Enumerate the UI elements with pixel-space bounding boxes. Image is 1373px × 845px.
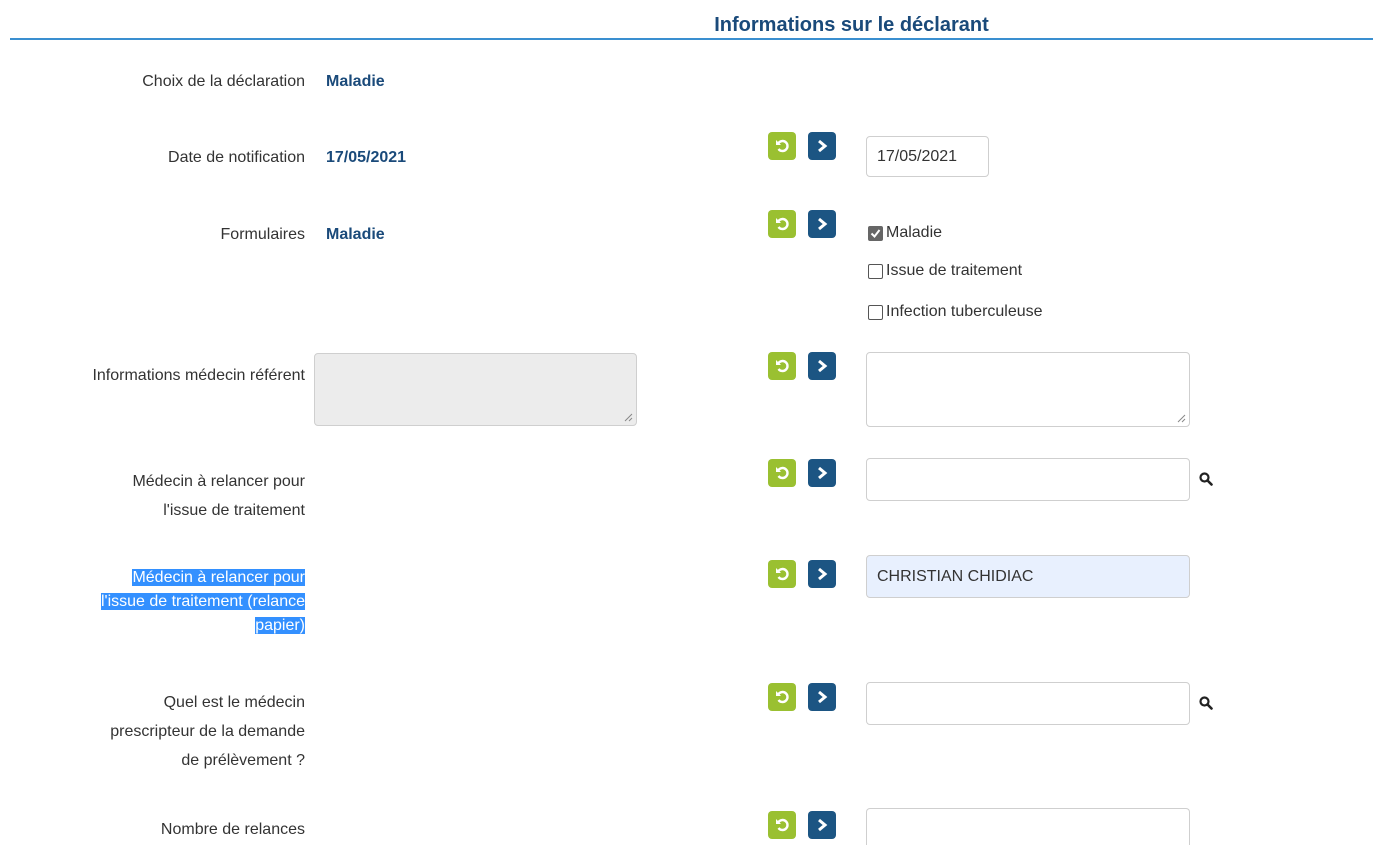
prescripteur-input[interactable] <box>866 682 1190 725</box>
resize-grip-icon <box>1177 414 1186 423</box>
prescripteur-undo-button[interactable] <box>768 683 796 711</box>
prescripteur-label: Quel est le médecin prescripteur de la d… <box>110 694 305 769</box>
relances-undo-button[interactable] <box>768 811 796 839</box>
search-icon[interactable] <box>1199 472 1213 486</box>
date-notification-label: Date de notification <box>168 149 305 166</box>
chevron-right-icon <box>818 359 828 373</box>
undo-icon <box>776 466 789 480</box>
section-divider <box>10 38 1373 40</box>
checkbox-issue-traitement-label: Issue de traitement <box>886 262 1023 279</box>
formulaires-value: Maladie <box>326 226 385 243</box>
chevron-right-icon <box>818 690 828 704</box>
relance-papier-undo-button[interactable] <box>768 560 796 588</box>
medecin-referent-label: Informations médecin référent <box>92 367 305 384</box>
relance-issue-label: Médecin à relancer pour l'issue de trait… <box>132 473 305 519</box>
chevron-right-icon <box>818 217 828 231</box>
undo-icon <box>776 567 789 581</box>
checkbox-maladie-label: Maladie <box>886 224 943 241</box>
checkbox-issue-traitement[interactable]: Issue de traitement <box>868 262 1022 280</box>
formulaires-label: Formulaires <box>220 226 305 243</box>
checkbox-maladie[interactable]: Maladie <box>868 224 942 242</box>
checkbox-infection-tuberculeuse[interactable]: Infection tuberculeuse <box>868 303 1043 321</box>
undo-icon <box>776 217 789 231</box>
date-notification-input[interactable]: 17/05/2021 <box>866 136 989 177</box>
choix-declaration-label: Choix de la déclaration <box>142 73 305 90</box>
resize-grip-icon <box>624 413 633 422</box>
search-icon[interactable] <box>1199 696 1213 710</box>
medecin-referent-readonly-textarea <box>314 353 637 426</box>
date-notification-value: 17/05/2021 <box>326 149 407 166</box>
undo-icon <box>776 690 789 704</box>
relance-issue-undo-button[interactable] <box>768 459 796 487</box>
relance-papier-input[interactable]: CHRISTIAN CHIDIAC <box>866 555 1190 598</box>
chevron-right-icon <box>818 466 828 480</box>
checkbox-checked-icon <box>868 225 883 241</box>
checkbox-empty-icon <box>868 304 883 320</box>
relance-issue-input[interactable] <box>866 458 1190 501</box>
chevron-right-icon <box>818 567 828 581</box>
formulaires-undo-button[interactable] <box>768 210 796 238</box>
relance-papier-label: Médecin à relancer pour l'issue de trait… <box>100 569 305 634</box>
nombre-relances-label: Nombre de relances <box>160 821 305 838</box>
chevron-right-icon <box>818 818 828 832</box>
relance-issue-next-button[interactable] <box>808 459 836 487</box>
prescripteur-next-button[interactable] <box>808 683 836 711</box>
undo-icon <box>776 139 789 153</box>
checkbox-empty-icon <box>868 263 883 279</box>
medecin-referent-undo-button[interactable] <box>768 352 796 380</box>
date-next-button[interactable] <box>808 132 836 160</box>
nombre-relances-input[interactable] <box>866 808 1190 845</box>
checkbox-infection-tuberculeuse-label: Infection tuberculeuse <box>886 303 1043 320</box>
section-title: Informations sur le déclarant <box>714 14 989 36</box>
formulaires-next-button[interactable] <box>808 210 836 238</box>
chevron-right-icon <box>818 139 828 153</box>
medecin-referent-next-button[interactable] <box>808 352 836 380</box>
undo-icon <box>776 359 789 373</box>
choix-declaration-value: Maladie <box>326 73 385 90</box>
date-undo-button[interactable] <box>768 132 796 160</box>
relance-papier-next-button[interactable] <box>808 560 836 588</box>
relances-next-button[interactable] <box>808 811 836 839</box>
undo-icon <box>776 818 789 832</box>
medecin-referent-textarea[interactable] <box>866 352 1190 427</box>
